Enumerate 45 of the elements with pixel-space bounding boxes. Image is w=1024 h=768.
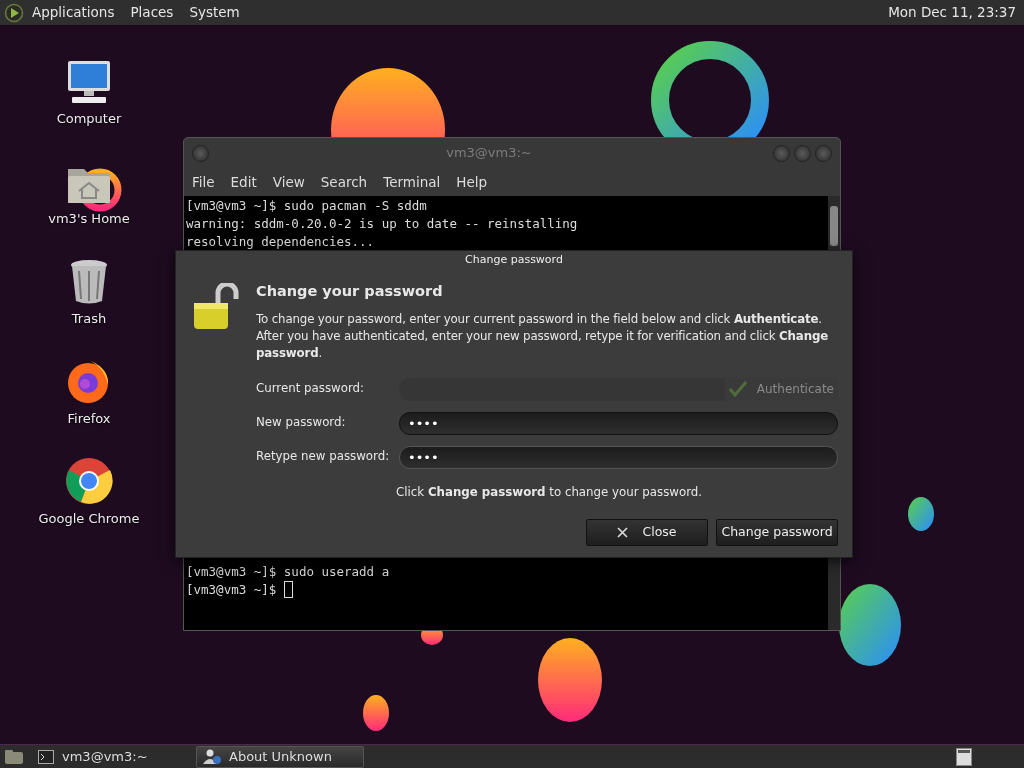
- trash-icon[interactable]: [69, 258, 109, 305]
- panel-menu[interactable]: System: [189, 0, 240, 25]
- menu-item[interactable]: File: [192, 171, 215, 193]
- panel-menu[interactable]: Applications: [32, 0, 115, 25]
- menu-item[interactable]: Help: [456, 171, 488, 193]
- terminal-line: [vm3@vm3 ~]$: [186, 582, 278, 597]
- show-desktop-icon[interactable]: [4, 748, 24, 765]
- padlock-icon: [192, 283, 240, 331]
- password-field[interactable]: ••••: [399, 445, 838, 469]
- menu-item[interactable]: Edit: [230, 171, 257, 193]
- taskbar-button[interactable]: About Unknown: [196, 745, 364, 768]
- change-password-button[interactable]: Change password: [716, 519, 838, 546]
- window-title: vm3@vm3:~: [446, 145, 532, 161]
- desktop-icon-label[interactable]: Google Chrome: [38, 508, 140, 528]
- field-label: Current password:: [256, 380, 366, 398]
- close-icon: [617, 527, 629, 538]
- panel-menu[interactable]: Places: [130, 0, 174, 25]
- desktop-icon-label[interactable]: vm3's Home: [48, 208, 130, 228]
- terminal-icon: [38, 749, 54, 764]
- clock: Mon Dec 11, 23:37: [888, 3, 1016, 22]
- terminal-line: resolving dependencies...: [186, 233, 376, 251]
- browser-icon[interactable]: [65, 456, 113, 505]
- dialog-heading: Change your password: [256, 282, 444, 301]
- menu-logo-icon[interactable]: [4, 2, 24, 23]
- desktop-icon-label[interactable]: Trash: [71, 308, 107, 328]
- menu-item[interactable]: Terminal: [383, 171, 441, 193]
- taskbar-button[interactable]: vm3@vm3:~: [32, 745, 192, 768]
- hint-text: Click Change password to change your password.: [396, 483, 703, 501]
- menu-item[interactable]: Search: [320, 171, 368, 193]
- text-cursor: [283, 581, 293, 598]
- field-label: Retype new password:: [256, 448, 391, 466]
- terminal-line: [vm3@vm3 ~]$ sudo pacman -S sddm: [186, 197, 428, 215]
- workspace-switcher-icon[interactable]: [956, 747, 972, 766]
- user-icon: [203, 748, 221, 765]
- desktop-icon-label[interactable]: Firefox: [67, 408, 111, 428]
- terminal-line: warning: sddm-0.20.0-2 is up to date -- reinstalling: [186, 215, 579, 233]
- terminal-line: [vm3@vm3 ~]$ sudo useradd a: [186, 563, 391, 581]
- menu-item[interactable]: View: [272, 171, 305, 193]
- dialog-title: Change password: [465, 253, 563, 266]
- password-field[interactable]: ••••: [399, 411, 838, 435]
- field-label: New password:: [256, 414, 347, 432]
- check-icon: [728, 381, 747, 398]
- desktop-icon-label[interactable]: Computer: [56, 108, 122, 128]
- close-button[interactable]: Close: [586, 519, 708, 546]
- dialog-description: To change your password, enter your current password in the field below and click Authenticate. After you have authenticated, enter your new password, retype it for verification and click Change password.: [256, 310, 830, 362]
